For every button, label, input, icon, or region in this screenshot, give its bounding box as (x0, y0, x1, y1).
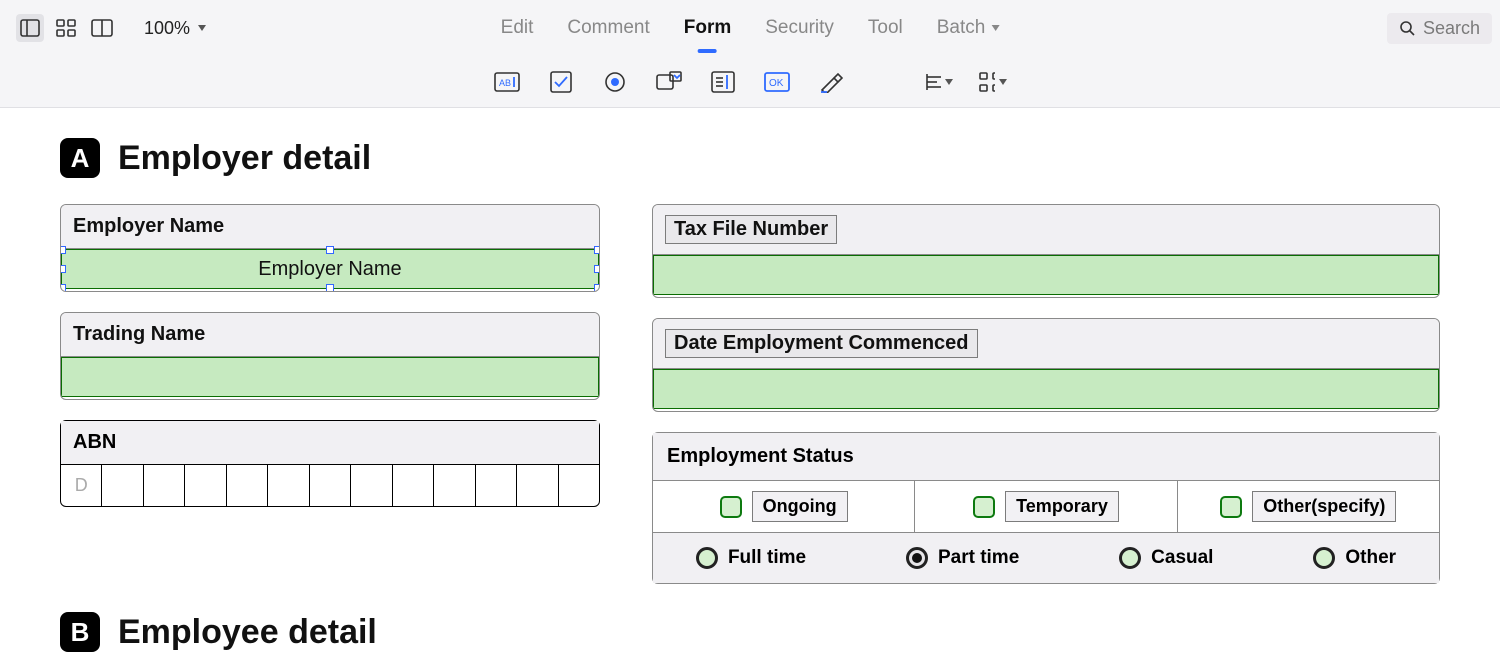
employment-status-checks: Ongoing Temporary Other(specify) (653, 481, 1439, 533)
section-a-header: A Employer detail (60, 138, 1440, 178)
abn-cell[interactable] (227, 465, 268, 506)
signature-tool-icon[interactable] (817, 68, 845, 96)
resize-handle-icon[interactable] (594, 265, 600, 273)
radio-part-time[interactable] (906, 547, 928, 569)
zoom-value: 100% (144, 18, 190, 39)
form-canvas[interactable]: A Employer detail Employer Name Employer… (0, 108, 1500, 652)
svg-text:AB: AB (499, 78, 511, 88)
tab-security[interactable]: Security (765, 13, 834, 43)
abn-cell[interactable] (476, 465, 517, 506)
tab-form[interactable]: Form (684, 13, 732, 43)
date-employment-field[interactable] (653, 369, 1439, 409)
abn-row: D (61, 464, 599, 506)
status-check-label: Ongoing (752, 491, 848, 522)
employer-name-field-placeholder: Employer Name (258, 258, 401, 281)
combobox-tool-icon[interactable] (655, 68, 683, 96)
abn-cell[interactable] (102, 465, 143, 506)
status-radio-item: Other (1313, 547, 1396, 569)
status-radio-item: Casual (1119, 547, 1213, 569)
employment-status-radios: Full time Part time Casual Other (653, 533, 1439, 583)
resize-handle-icon[interactable] (326, 246, 334, 254)
section-b-title: Employee detail (118, 613, 377, 652)
radio-casual[interactable] (1119, 547, 1141, 569)
tab-comment[interactable]: Comment (567, 13, 649, 43)
tfn-label: Tax File Number (665, 215, 837, 244)
tab-batch[interactable]: Batch (937, 13, 1000, 43)
trading-name-label: Trading Name (61, 313, 599, 357)
status-radio-label: Part time (938, 547, 1019, 569)
checkbox-ongoing[interactable] (720, 496, 742, 518)
form-toolbar: AB OK (0, 56, 1500, 108)
abn-cell[interactable] (185, 465, 226, 506)
search-placeholder: Search (1423, 18, 1480, 39)
svg-text:OK: OK (769, 78, 784, 89)
status-radio-label: Full time (728, 547, 806, 569)
employer-name-field[interactable]: Employer Name (61, 249, 599, 289)
abn-cell[interactable] (393, 465, 434, 506)
view-grid-toggle[interactable] (52, 14, 80, 42)
status-radio-item: Part time (906, 547, 1019, 569)
search-icon (1399, 20, 1415, 36)
abn-label: ABN (61, 421, 599, 464)
abn-cell[interactable] (434, 465, 475, 506)
resize-handle-icon[interactable] (60, 246, 66, 254)
section-a-badge: A (60, 138, 100, 178)
resize-handle-icon[interactable] (594, 284, 600, 292)
text-field-tool-icon[interactable]: AB (493, 68, 521, 96)
section-b-badge: B (60, 612, 100, 652)
ok-button-tool-icon[interactable]: OK (763, 68, 791, 96)
status-radio-item: Full time (696, 547, 806, 569)
tab-tool[interactable]: Tool (868, 13, 903, 43)
abn-cell[interactable] (268, 465, 309, 506)
employment-status-block: Employment Status Ongoing Temporary Other(… (652, 432, 1440, 584)
status-check-label: Temporary (1005, 491, 1119, 522)
abn-cell[interactable] (351, 465, 392, 506)
checkbox-tool-icon[interactable] (547, 68, 575, 96)
date-employment-block: Date Employment Commenced (652, 318, 1440, 412)
radio-tool-icon[interactable] (601, 68, 629, 96)
resize-handle-icon[interactable] (594, 246, 600, 254)
align-tool-icon[interactable] (925, 68, 953, 96)
resize-handle-icon[interactable] (60, 284, 66, 292)
radio-other[interactable] (1313, 547, 1335, 569)
main-tabs: Edit Comment Form Security Tool Batch (501, 13, 1000, 43)
listbox-tool-icon[interactable] (709, 68, 737, 96)
abn-cell[interactable] (310, 465, 351, 506)
status-check-item: Temporary (915, 481, 1177, 532)
section-a-title: Employer detail (118, 139, 371, 178)
section-b-header: B Employee detail (60, 612, 1440, 652)
checkbox-other-specify-[interactable] (1220, 496, 1242, 518)
trading-name-field[interactable] (61, 357, 599, 397)
status-check-label: Other(specify) (1252, 491, 1396, 522)
abn-cell[interactable] (559, 465, 599, 506)
abn-cell[interactable] (517, 465, 558, 506)
status-radio-label: Casual (1151, 547, 1213, 569)
resize-handle-icon[interactable] (326, 284, 334, 292)
employment-status-label: Employment Status (653, 433, 1439, 481)
search-box[interactable]: Search (1387, 13, 1492, 44)
tfn-block: Tax File Number (652, 204, 1440, 298)
distribute-tool-icon[interactable] (979, 68, 1007, 96)
view-twopage-toggle[interactable] (88, 14, 116, 42)
view-sidebar-toggle[interactable] (16, 14, 44, 42)
status-check-item: Ongoing (653, 481, 915, 532)
date-employment-label: Date Employment Commenced (665, 329, 978, 358)
employer-name-block: Employer Name Employer Name (60, 204, 600, 292)
checkbox-temporary[interactable] (973, 496, 995, 518)
abn-block: ABN D (60, 420, 600, 507)
trading-name-block: Trading Name (60, 312, 600, 400)
employer-name-label: Employer Name (61, 205, 599, 249)
status-radio-label: Other (1345, 547, 1396, 569)
abn-cell[interactable]: D (61, 465, 102, 506)
status-check-item: Other(specify) (1178, 481, 1439, 532)
abn-cell[interactable] (144, 465, 185, 506)
tfn-field[interactable] (653, 255, 1439, 295)
radio-full-time[interactable] (696, 547, 718, 569)
resize-handle-icon[interactable] (60, 265, 66, 273)
tab-edit[interactable]: Edit (501, 13, 534, 43)
zoom-dropdown[interactable]: 100% (144, 18, 206, 39)
